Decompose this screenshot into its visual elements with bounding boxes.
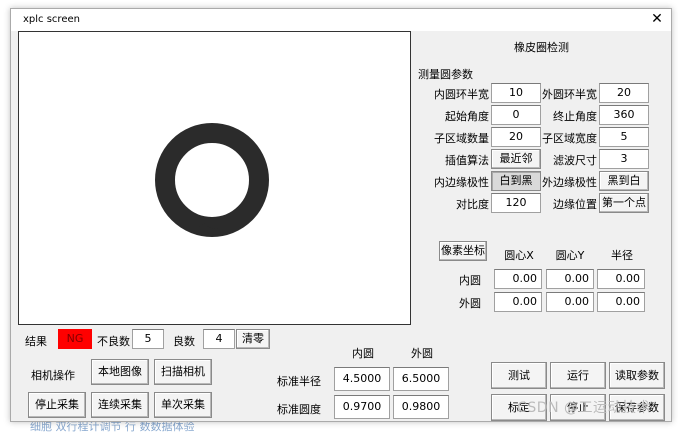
inner-polarity-button[interactable]: 白到黑 xyxy=(491,171,541,191)
coords-row-label: 外圆 xyxy=(459,297,481,310)
inner-radius[interactable]: 0.00 xyxy=(597,269,645,289)
good-count-label: 良数 xyxy=(173,335,195,348)
test-button[interactable]: 测试 xyxy=(491,362,547,389)
outer-polarity-button[interactable]: 黑到白 xyxy=(599,171,649,191)
continuous-capture-button[interactable]: 连续采集 xyxy=(91,392,149,418)
result-label: 结果 xyxy=(25,335,47,348)
standard-radius-inner[interactable]: 4.5000 xyxy=(334,367,390,391)
close-icon[interactable]: ✕ xyxy=(649,11,665,27)
param-input-subregion-count[interactable]: 20 xyxy=(491,127,541,147)
param-label: 插值算法 xyxy=(445,154,489,167)
interpolation-button[interactable]: 最近邻 xyxy=(491,149,541,169)
coords-row-label: 内圆 xyxy=(459,274,481,287)
standard-radius-label: 标准半径 xyxy=(277,375,321,388)
standard-roundness-inner[interactable]: 0.9700 xyxy=(334,395,390,419)
scan-camera-button[interactable]: 扫描相机 xyxy=(154,359,212,385)
param-label: 对比度 xyxy=(456,198,489,211)
stop-capture-button[interactable]: 停止采集 xyxy=(28,392,86,418)
window-title: xplc screen xyxy=(23,14,80,25)
local-image-button[interactable]: 本地图像 xyxy=(91,359,149,385)
watermark: CSDN @工运动技术 xyxy=(517,400,651,416)
xplc-window: xplc screen ✕ 橡皮圈检测 测量圆参数 内圆环半宽 10 外圆环半宽… xyxy=(10,8,672,422)
param-label: 滤波尺寸 xyxy=(553,154,597,167)
param-input-start-angle[interactable]: 0 xyxy=(491,105,541,125)
panel-heading: 橡皮圈检测 xyxy=(514,41,569,54)
param-input-outer-half-width[interactable]: 20 xyxy=(599,83,649,103)
standard-outer-header: 外圆 xyxy=(411,347,433,360)
standard-inner-header: 内圆 xyxy=(352,347,374,360)
param-input-subregion-width[interactable]: 5 xyxy=(599,127,649,147)
param-input-filter-size[interactable]: 3 xyxy=(599,149,649,169)
param-label: 外圆环半宽 xyxy=(542,88,597,101)
param-label: 边缘位置 xyxy=(553,198,597,211)
col-header-radius: 半径 xyxy=(611,249,633,262)
outer-center-y[interactable]: 0.00 xyxy=(546,292,594,312)
rubber-ring xyxy=(155,123,269,237)
col-header-center-x: 圆心X xyxy=(504,249,534,262)
param-label: 内边缘极性 xyxy=(434,176,489,189)
clear-button[interactable]: 清零 xyxy=(236,329,270,349)
run-button[interactable]: 运行 xyxy=(550,362,606,389)
param-input-end-angle[interactable]: 360 xyxy=(599,105,649,125)
param-label: 子区域宽度 xyxy=(542,132,597,145)
image-display[interactable] xyxy=(18,31,411,325)
params-heading: 测量圆参数 xyxy=(418,68,473,81)
outer-radius[interactable]: 0.00 xyxy=(597,292,645,312)
standard-radius-outer[interactable]: 6.5000 xyxy=(393,367,449,391)
single-capture-button[interactable]: 单次采集 xyxy=(154,392,212,418)
ring-image xyxy=(155,123,269,237)
camera-ops-label: 相机操作 xyxy=(31,369,75,382)
standard-roundness-outer[interactable]: 0.9800 xyxy=(393,395,449,419)
param-label: 内圆环半宽 xyxy=(434,88,489,101)
inner-center-x[interactable]: 0.00 xyxy=(494,269,542,289)
param-label: 终止角度 xyxy=(553,110,597,123)
param-label: 外边缘极性 xyxy=(542,176,597,189)
read-params-button[interactable]: 读取参数 xyxy=(609,362,665,389)
good-count-field[interactable]: 4 xyxy=(203,329,235,349)
bad-count-field[interactable]: 5 xyxy=(132,329,164,349)
bad-count-label: 不良数 xyxy=(97,335,130,348)
pixel-coords-button[interactable]: 像素坐标 xyxy=(439,241,487,261)
param-input-inner-half-width[interactable]: 10 xyxy=(491,83,541,103)
result-status-badge: NG xyxy=(58,329,92,349)
edge-position-button[interactable]: 第一个点 xyxy=(599,193,649,213)
standard-roundness-label: 标准圆度 xyxy=(277,403,321,416)
param-input-contrast[interactable]: 120 xyxy=(491,193,541,213)
title-bar: xplc screen ✕ xyxy=(11,9,671,31)
param-label: 子区域数量 xyxy=(434,132,489,145)
inner-center-y[interactable]: 0.00 xyxy=(546,269,594,289)
col-header-center-y: 圆心Y xyxy=(555,249,585,262)
param-label: 起始角度 xyxy=(445,110,489,123)
outer-center-x[interactable]: 0.00 xyxy=(494,292,542,312)
